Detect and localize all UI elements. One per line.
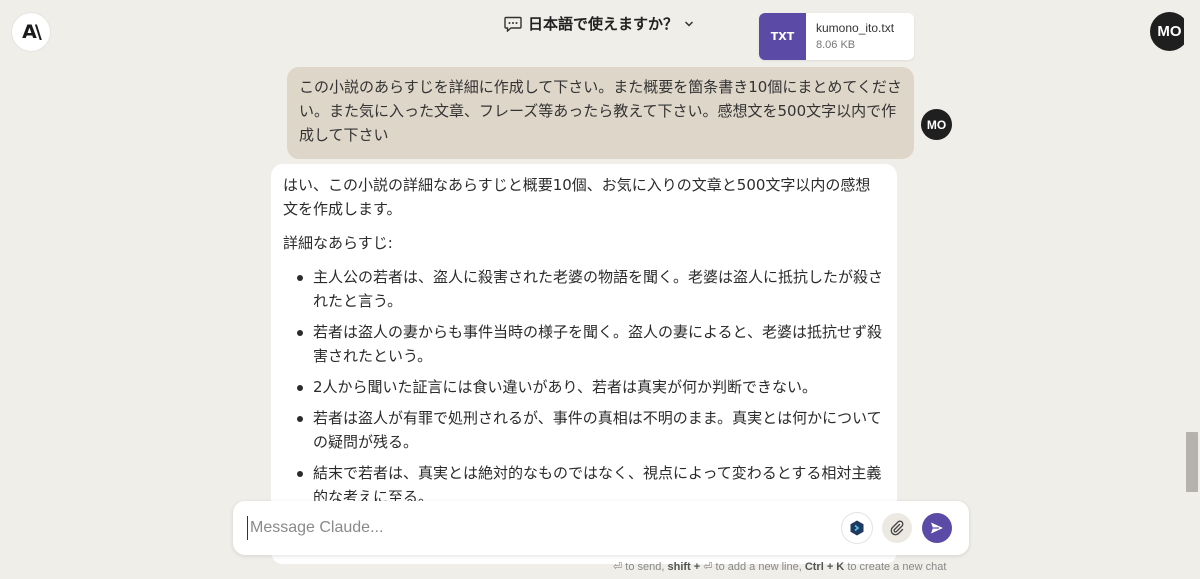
user-message-avatar: MO: [921, 109, 952, 140]
extension-button[interactable]: [842, 513, 872, 543]
send-button[interactable]: [922, 513, 952, 543]
logo-text: A\: [22, 21, 42, 43]
chat-bubble-icon: [504, 16, 522, 32]
file-size: 8.06 KB: [816, 39, 856, 51]
conversation-title: 日本語で使えますか？: [528, 15, 679, 33]
send-arrow-icon: [931, 522, 943, 534]
attach-button[interactable]: [882, 513, 912, 543]
list-item: 若者は盗人の妻からも事件当時の様子を聞く。盗人の妻によると、老婆は抵抗せず殺害さ…: [283, 320, 884, 368]
conversation-title-button[interactable]: 日本語で使えますか？: [504, 13, 694, 34]
enter-icon: ⏎: [703, 561, 713, 573]
keyboard-hint: ⏎ to send, shift + ⏎ to add a new line, …: [613, 561, 947, 573]
paperclip-icon: [890, 520, 904, 536]
chevron-down-icon: [684, 20, 694, 27]
list-item: 主人公の若者は、盗人に殺害された老婆の物語を聞く。老婆は盗人に抵抗したが殺された…: [283, 265, 884, 313]
claude-logo[interactable]: A\: [12, 13, 50, 51]
file-name: kumono_ito.txt: [816, 21, 895, 35]
list-item: 2人から聞いた証言には食い違いがあり、若者は真実が何か判断できない。: [283, 375, 884, 399]
extension-cube-icon: [850, 520, 864, 536]
scrollbar-track[interactable]: [1184, 0, 1200, 579]
attachment-card[interactable]: TXT kumono_ito.txt 8.06 KB: [759, 13, 914, 60]
scrollbar-thumb[interactable]: [1186, 432, 1198, 492]
assistant-intro: はい、この小説の詳細なあらすじと概要10個、お気に入りの文章と500文字以内の感…: [283, 176, 871, 218]
list-item: 若者は盗人が有罪で処刑されるが、事件の真相は不明のまま。真実とは何かについての疑…: [283, 406, 884, 454]
user-message: この小説のあらすじを詳細に作成して下さい。また概要を箇条書き10個にまとめてくだ…: [287, 67, 914, 159]
message-composer: [233, 501, 969, 555]
enter-icon: ⏎: [613, 561, 623, 573]
synopsis-list: 主人公の若者は、盗人に殺害された老婆の物語を聞く。老婆は盗人に抵抗したが殺された…: [283, 265, 884, 509]
message-input[interactable]: [247, 516, 827, 540]
file-type-badge: TXT: [759, 13, 806, 60]
section-heading: 詳細なあらすじ:: [283, 234, 393, 252]
